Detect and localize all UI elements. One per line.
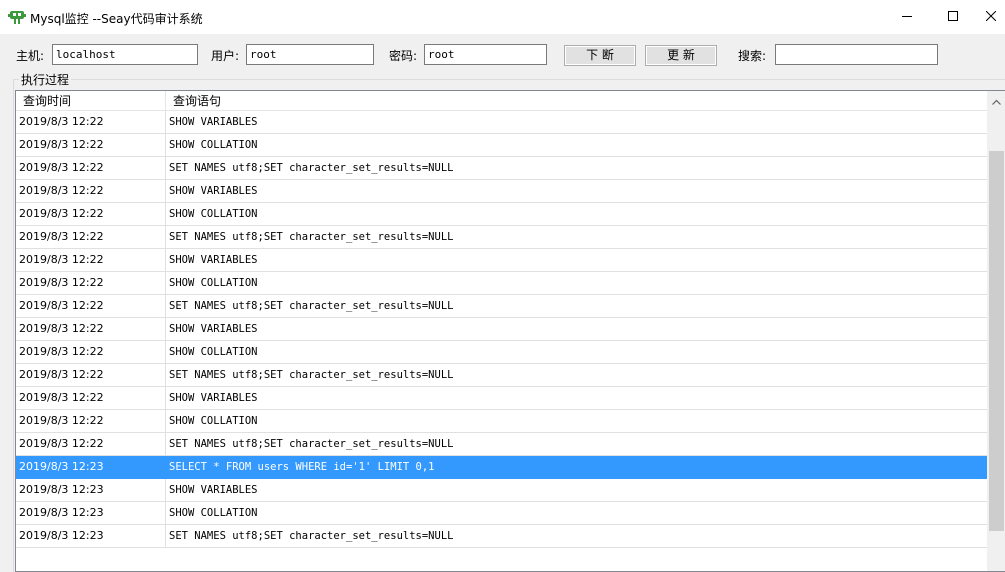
cell-query-statement: SET NAMES utf8;SET character_set_results… bbox=[169, 231, 454, 243]
password-input[interactable]: root bbox=[424, 44, 547, 65]
cell-query-statement: SHOW COLLATION bbox=[169, 277, 258, 289]
cell-query-statement: SHOW VARIABLES bbox=[169, 323, 258, 335]
cell-query-time: 2019/8/3 12:22 bbox=[16, 157, 166, 179]
cell-query-time: 2019/8/3 12:22 bbox=[16, 203, 166, 225]
cell-query-statement: SET NAMES utf8;SET character_set_results… bbox=[169, 300, 454, 312]
user-input[interactable]: root bbox=[246, 44, 374, 65]
cell-query-time: 2019/8/3 12:22 bbox=[16, 295, 166, 317]
mysql-monitor-window: Mysql监控 --Seay代码审计系统 主机: localhost 用户: r… bbox=[0, 0, 1005, 572]
table-row[interactable]: 2019/8/3 12:23 SHOW COLLATION bbox=[16, 502, 987, 525]
table-row[interactable]: 2019/8/3 12:22 SET NAMES utf8;SET charact… bbox=[16, 295, 987, 318]
table-row[interactable]: 2019/8/3 12:22 SHOW VARIABLES bbox=[16, 249, 987, 272]
column-header-query-time[interactable]: 查询时间 bbox=[16, 91, 166, 111]
cell-query-statement: SHOW COLLATION bbox=[169, 208, 258, 220]
table-row[interactable]: 2019/8/3 12:23 SELECT * FROM users WHERE … bbox=[16, 456, 987, 479]
table-row[interactable]: 2019/8/3 12:22 SHOW VARIABLES bbox=[16, 387, 987, 410]
scrollbar-thumb[interactable] bbox=[989, 151, 1004, 531]
cell-query-time: 2019/8/3 12:22 bbox=[16, 387, 166, 409]
table-row[interactable]: 2019/8/3 12:23 SET NAMES utf8;SET charact… bbox=[16, 525, 987, 548]
cell-query-statement: SELECT * FROM users WHERE id='1' LIMIT 0… bbox=[169, 461, 435, 473]
cell-query-statement: SHOW COLLATION bbox=[169, 507, 258, 519]
cell-query-time: 2019/8/3 12:22 bbox=[16, 111, 166, 133]
user-label: 用户: bbox=[211, 49, 240, 63]
window-title: Mysql监控 --Seay代码审计系统 bbox=[30, 12, 203, 26]
cell-query-time: 2019/8/3 12:22 bbox=[16, 341, 166, 363]
table-row[interactable]: 2019/8/3 12:22 SHOW COLLATION bbox=[16, 203, 987, 226]
cell-query-time: 2019/8/3 12:22 bbox=[16, 249, 166, 271]
query-log-list[interactable]: 查询时间 查询语句 2019/8/3 12:22 SHOW VARIABLES 20… bbox=[15, 90, 1005, 572]
maximize-icon bbox=[948, 10, 958, 24]
cell-query-statement: SHOW VARIABLES bbox=[169, 185, 258, 197]
cell-query-statement: SHOW VARIABLES bbox=[169, 116, 258, 128]
vertical-scrollbar[interactable] bbox=[987, 91, 1005, 571]
cell-query-time: 2019/8/3 12:22 bbox=[16, 433, 166, 455]
cell-query-time: 2019/8/3 12:22 bbox=[16, 410, 166, 432]
refresh-button[interactable]: 更 新 bbox=[645, 45, 717, 66]
scroll-up-button[interactable] bbox=[987, 91, 1005, 111]
cell-query-time: 2019/8/3 12:22 bbox=[16, 318, 166, 340]
host-label: 主机: bbox=[16, 49, 45, 63]
table-row[interactable]: 2019/8/3 12:22 SHOW COLLATION bbox=[16, 341, 987, 364]
cell-query-statement: SET NAMES utf8;SET character_set_results… bbox=[169, 438, 454, 450]
interrupt-button[interactable]: 下 断 bbox=[564, 45, 636, 66]
table-row[interactable]: 2019/8/3 12:22 SET NAMES utf8;SET charact… bbox=[16, 157, 987, 180]
cell-query-time: 2019/8/3 12:22 bbox=[16, 180, 166, 202]
cell-query-statement: SHOW COLLATION bbox=[169, 346, 258, 358]
cell-query-time: 2019/8/3 12:22 bbox=[16, 134, 166, 156]
cell-query-statement: SHOW VARIABLES bbox=[169, 254, 258, 266]
list-rows: 2019/8/3 12:22 SHOW VARIABLES 2019/8/3 12:… bbox=[16, 111, 987, 548]
cell-query-time: 2019/8/3 12:22 bbox=[16, 272, 166, 294]
table-row[interactable]: 2019/8/3 12:22 SET NAMES utf8;SET charact… bbox=[16, 433, 987, 456]
host-input[interactable]: localhost bbox=[52, 44, 198, 65]
cell-query-time: 2019/8/3 12:22 bbox=[16, 364, 166, 386]
minimize-icon bbox=[902, 10, 912, 24]
cell-query-statement: SET NAMES utf8;SET character_set_results… bbox=[169, 369, 454, 381]
table-row[interactable]: 2019/8/3 12:22 SET NAMES utf8;SET charact… bbox=[16, 364, 987, 387]
table-row[interactable]: 2019/8/3 12:23 SHOW VARIABLES bbox=[16, 479, 987, 502]
column-header-query-statement[interactable]: 查询语句 bbox=[166, 91, 987, 111]
cell-query-time: 2019/8/3 12:23 bbox=[16, 502, 166, 524]
cell-query-time: 2019/8/3 12:23 bbox=[16, 525, 166, 547]
table-row[interactable]: 2019/8/3 12:22 SHOW VARIABLES bbox=[16, 111, 987, 134]
app-icon bbox=[8, 9, 26, 25]
list-header: 查询时间 查询语句 bbox=[16, 91, 987, 111]
cell-query-time: 2019/8/3 12:23 bbox=[16, 456, 166, 478]
password-label: 密码: bbox=[389, 49, 418, 63]
chevron-up-icon bbox=[992, 94, 1001, 108]
table-row[interactable]: 2019/8/3 12:22 SET NAMES utf8;SET charact… bbox=[16, 226, 987, 249]
cell-query-statement: SHOW VARIABLES bbox=[169, 392, 258, 404]
table-row[interactable]: 2019/8/3 12:22 SHOW COLLATION bbox=[16, 272, 987, 295]
search-input[interactable] bbox=[775, 44, 938, 65]
table-row[interactable]: 2019/8/3 12:22 SHOW VARIABLES bbox=[16, 180, 987, 203]
table-row[interactable]: 2019/8/3 12:22 SHOW COLLATION bbox=[16, 134, 987, 157]
cell-query-statement: SET NAMES utf8;SET character_set_results… bbox=[169, 162, 454, 174]
cell-query-statement: SET NAMES utf8;SET character_set_results… bbox=[169, 530, 454, 542]
execution-group-label: 执行过程 bbox=[19, 71, 72, 88]
maximize-button[interactable] bbox=[930, 0, 976, 34]
minimize-button[interactable] bbox=[884, 0, 930, 34]
cell-query-statement: SHOW VARIABLES bbox=[169, 484, 258, 496]
close-icon bbox=[985, 10, 996, 24]
cell-query-time: 2019/8/3 12:23 bbox=[16, 479, 166, 501]
table-row[interactable]: 2019/8/3 12:22 SHOW VARIABLES bbox=[16, 318, 987, 341]
cell-query-statement: SHOW COLLATION bbox=[169, 139, 258, 151]
title-bar[interactable]: Mysql监控 --Seay代码审计系统 bbox=[0, 0, 1005, 34]
search-label: 搜索: bbox=[738, 49, 767, 63]
cell-query-statement: SHOW COLLATION bbox=[169, 415, 258, 427]
table-row[interactable]: 2019/8/3 12:22 SHOW COLLATION bbox=[16, 410, 987, 433]
close-button[interactable] bbox=[976, 0, 1005, 34]
cell-query-time: 2019/8/3 12:22 bbox=[16, 226, 166, 248]
